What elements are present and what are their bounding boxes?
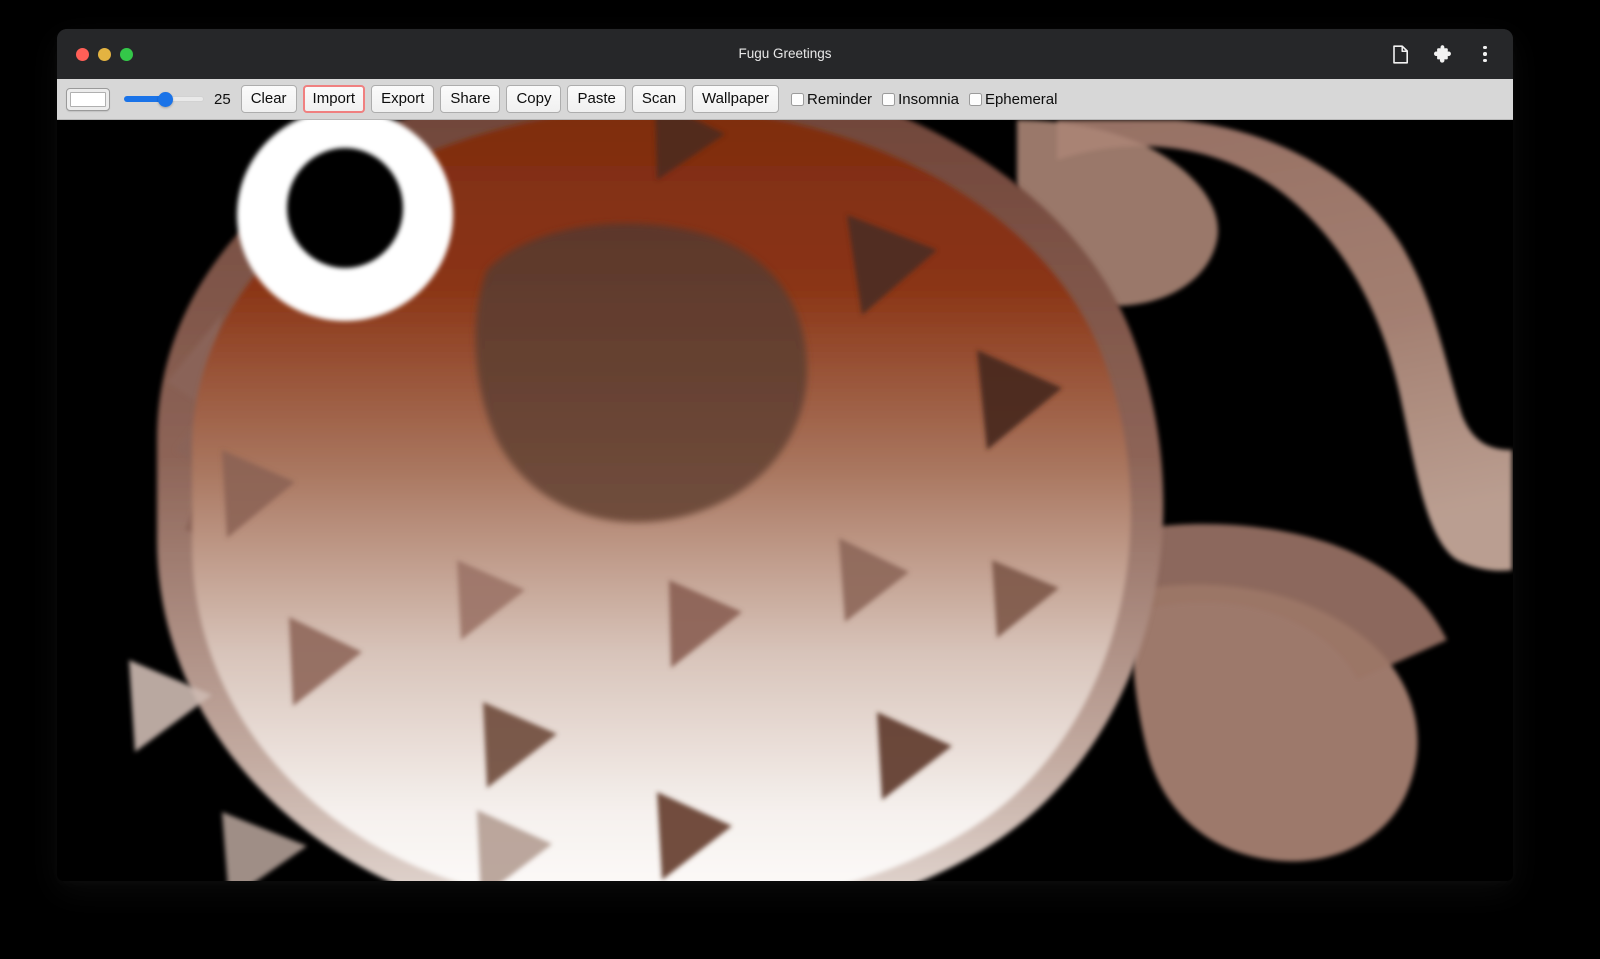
close-button[interactable] (76, 48, 89, 61)
scan-button[interactable]: Scan (632, 85, 686, 113)
blowfish-artwork (57, 120, 1513, 881)
copy-button[interactable]: Copy (506, 85, 561, 113)
drawing-canvas[interactable] (57, 120, 1513, 881)
export-button[interactable]: Export (371, 85, 434, 113)
titlebar-actions (1389, 43, 1499, 65)
window-controls (76, 48, 133, 61)
window-title: Fugu Greetings (57, 29, 1513, 79)
toggle-group: Reminder Insomnia Ephemeral (791, 91, 1065, 108)
reminder-checkbox[interactable]: Reminder (791, 91, 872, 108)
reminder-checkbox-label: Reminder (807, 91, 872, 108)
paste-button[interactable]: Paste (567, 85, 625, 113)
page-icon[interactable] (1389, 43, 1411, 65)
overflow-menu-icon[interactable] (1477, 43, 1493, 65)
maximize-button[interactable] (120, 48, 133, 61)
color-picker-input[interactable] (66, 88, 110, 111)
brush-size-slider[interactable] (124, 89, 204, 109)
brush-size-value: 25 (214, 91, 231, 108)
app-toolbar: 25 Clear Import Export Share Copy Paste … (57, 79, 1513, 120)
reminder-checkbox-box[interactable] (791, 93, 804, 106)
share-button[interactable]: Share (440, 85, 500, 113)
insomnia-checkbox-label: Insomnia (898, 91, 959, 108)
ephemeral-checkbox-label: Ephemeral (985, 91, 1058, 108)
color-swatch-fill (70, 92, 106, 107)
extensions-puzzle-icon[interactable] (1433, 43, 1455, 65)
screen: Fugu Greetings (0, 0, 1600, 959)
clear-button[interactable]: Clear (241, 85, 297, 113)
insomnia-checkbox-box[interactable] (882, 93, 895, 106)
wallpaper-button[interactable]: Wallpaper (692, 85, 779, 113)
browser-window: Fugu Greetings (57, 29, 1513, 881)
ephemeral-checkbox[interactable]: Ephemeral (969, 91, 1058, 108)
import-button[interactable]: Import (303, 85, 366, 113)
slider-thumb[interactable] (158, 92, 173, 107)
title-bar: Fugu Greetings (57, 29, 1513, 79)
minimize-button[interactable] (98, 48, 111, 61)
insomnia-checkbox[interactable]: Insomnia (882, 91, 959, 108)
ephemeral-checkbox-box[interactable] (969, 93, 982, 106)
